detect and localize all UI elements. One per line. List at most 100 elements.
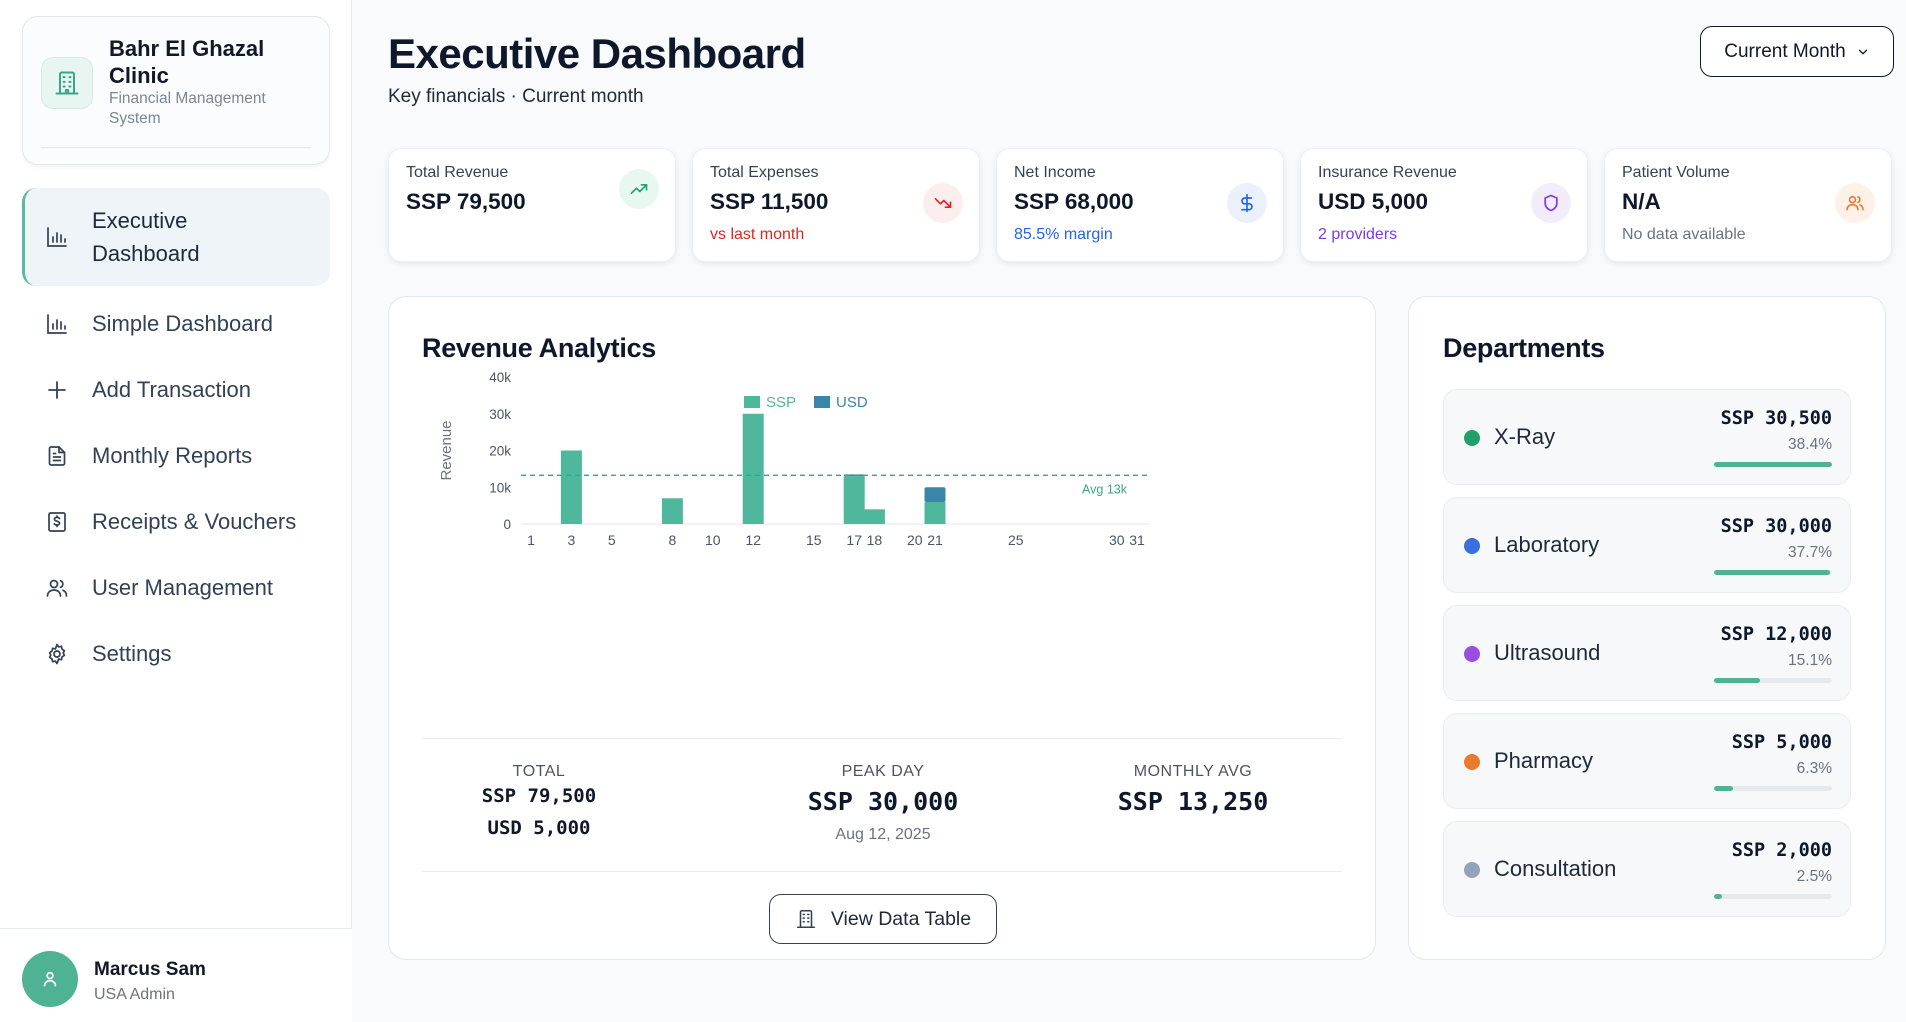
department-percent: 2.5%: [1796, 868, 1832, 885]
sidebar-item-label: Executive Dashboard: [92, 208, 200, 266]
department-row-laboratory[interactable]: Laboratory SSP 30,000 37.7%: [1443, 497, 1851, 593]
page-subtitle: Key financials · Current month: [388, 86, 644, 107]
y-tick-label: 20k: [489, 444, 511, 459]
stat-label: MONTHLY AVG: [1133, 763, 1253, 780]
x-tick-label: 20: [907, 532, 923, 548]
document-icon: [44, 443, 70, 469]
legend-label: SSP: [766, 394, 796, 411]
department-percent: 15.1%: [1788, 652, 1832, 669]
sidebar-item-settings[interactable]: Settings: [22, 624, 330, 684]
app-root: Bahr El Ghazal Clinic Financial Manageme…: [0, 0, 1906, 1022]
sidebar-item-label: Settings: [92, 641, 172, 666]
department-name: Laboratory: [1494, 532, 1600, 557]
bar-usd-day-21: [924, 487, 946, 502]
sidebar-item-label: Receipts & Vouchers: [92, 509, 297, 534]
department-amount: SSP 2,000: [1731, 840, 1832, 861]
sidebar-item-executive-dashboard[interactable]: Executive Dashboard: [22, 188, 330, 286]
kpi-label: Patient Volume: [1622, 164, 1730, 181]
kpi-card-total-revenue: Total Revenue SSP 79,500: [388, 148, 676, 262]
department-row-x-ray[interactable]: X-Ray SSP 30,500 38.4%: [1443, 389, 1851, 485]
brand-card: Bahr El Ghazal Clinic Financial Manageme…: [22, 16, 330, 165]
sidebar-item-simple-dashboard[interactable]: Simple Dashboard: [22, 294, 330, 354]
avatar: [22, 951, 78, 1007]
kpi-value: USD 5,000: [1318, 189, 1429, 214]
department-name: Consultation: [1494, 856, 1617, 881]
department-color-dot: [1464, 754, 1480, 770]
y-tick-label: 30k: [489, 407, 511, 422]
stat-monthly-avg: MONTHLY AVG SSP 13,250: [1063, 763, 1323, 816]
x-tick-label: 12: [745, 532, 761, 548]
sidebar-item-monthly-reports[interactable]: Monthly Reports: [22, 426, 330, 486]
x-tick-label: 25: [1008, 532, 1024, 548]
department-row-pharmacy[interactable]: Pharmacy SSP 5,000 6.3%: [1443, 713, 1851, 809]
department-row-consultation[interactable]: Consultation SSP 2,000 2.5%: [1443, 821, 1851, 917]
chevron-down-icon: [1856, 45, 1870, 59]
trending-down-icon: [923, 183, 963, 223]
department-share-bar: [1714, 570, 1832, 575]
kpi-note: 2 providers: [1318, 226, 1398, 243]
period-select[interactable]: Current Month: [1700, 26, 1894, 77]
view-data-table-button[interactable]: View Data Table: [769, 894, 997, 944]
stat-peak-date: Aug 12, 2025: [835, 826, 931, 843]
kpi-card-net-income: Net Income SSP 68,000 85.5% margin: [996, 148, 1284, 262]
revenue-analytics-panel: Revenue Analytics 0 10k 20k 30k 40k Revenue 1 3…: [388, 296, 1376, 960]
x-tick-label: 17: [846, 532, 862, 548]
brand-subtitle: Financial Management System: [109, 90, 266, 127]
bar-chart-icon: [44, 224, 70, 250]
stat-avg-value: SSP 13,250: [1117, 787, 1269, 816]
department-color-dot: [1464, 862, 1480, 878]
sidebar-item-user-management[interactable]: User Management: [22, 558, 330, 618]
department-percent: 37.7%: [1788, 544, 1832, 561]
divider: [422, 871, 1342, 872]
legend-label: USD: [836, 394, 868, 411]
department-amount: SSP 5,000: [1731, 732, 1832, 753]
legend-swatch: [814, 396, 830, 408]
y-tick-label: 40k: [489, 370, 511, 385]
department-row-ultrasound[interactable]: Ultrasound SSP 12,000 15.1%: [1443, 605, 1851, 701]
bar-ssp-day-18: [863, 509, 885, 524]
x-tick-label: 1: [527, 532, 535, 548]
brand-title: Bahr El Ghazal Clinic: [109, 36, 265, 88]
view-data-table-label: View Data Table: [830, 907, 972, 930]
department-share-bar: [1714, 462, 1832, 467]
department-share-fill: [1714, 570, 1830, 575]
department-percent: 38.4%: [1788, 436, 1832, 453]
bar-chart-icon: [44, 311, 70, 337]
department-share-fill: [1714, 462, 1832, 467]
building-icon: [41, 57, 93, 109]
plus-icon: [44, 377, 70, 403]
legend-swatch: [744, 396, 760, 408]
sidebar-nav: Executive Dashboard Simple Dashboard Add…: [22, 188, 330, 690]
y-tick-label: 10k: [489, 480, 511, 495]
stat-peak-day: PEAK DAY SSP 30,000 Aug 12, 2025: [753, 763, 1013, 844]
users-icon: [1835, 183, 1875, 223]
department-amount: SSP 12,000: [1720, 624, 1832, 645]
kpi-card-total-expenses: Total Expenses SSP 11,500 vs last month: [692, 148, 980, 262]
bar-ssp-day-8: [661, 498, 683, 524]
department-color-dot: [1464, 538, 1480, 554]
trending-up-icon: [619, 169, 659, 209]
sidebar: Bahr El Ghazal Clinic Financial Manageme…: [0, 0, 352, 1022]
sidebar-item-receipts-vouchers[interactable]: Receipts & Vouchers: [22, 492, 330, 552]
kpi-value: SSP 11,500: [710, 189, 829, 214]
department-share-fill: [1714, 894, 1722, 899]
departments-panel: Departments X-Ray SSP 30,500 38.4% Labor…: [1408, 296, 1886, 960]
user-profile[interactable]: Marcus Sam USA Admin: [0, 928, 352, 1022]
bar-ssp-day-21: [924, 501, 946, 524]
y-tick-label: 0: [503, 517, 511, 532]
kpi-card-patient-volume: Patient Volume N/A No data available: [1604, 148, 1892, 262]
department-amount: SSP 30,500: [1720, 408, 1832, 429]
stat-peak-value: SSP 30,000: [807, 787, 959, 816]
users-icon: [44, 575, 70, 601]
department-share-fill: [1714, 678, 1761, 683]
stat-label: TOTAL: [512, 763, 566, 780]
kpi-note: 85.5% margin: [1014, 226, 1113, 243]
department-name: Pharmacy: [1494, 748, 1594, 773]
shield-icon: [1531, 183, 1571, 223]
department-amount: SSP 30,000: [1720, 516, 1832, 537]
sidebar-item-add-transaction[interactable]: Add Transaction: [22, 360, 330, 420]
x-tick-label: 30: [1109, 532, 1125, 548]
department-percent: 6.3%: [1796, 760, 1832, 777]
kpi-value: SSP 79,500: [406, 189, 526, 214]
stat-label: PEAK DAY: [841, 763, 925, 780]
